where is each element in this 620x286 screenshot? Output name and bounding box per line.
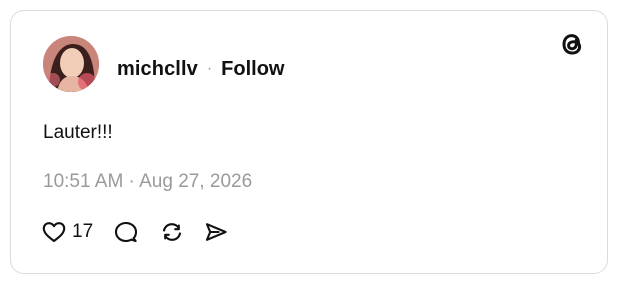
like-button[interactable]: 17 — [41, 219, 93, 245]
heart-icon — [41, 219, 67, 245]
username[interactable]: michcllv — [117, 58, 198, 81]
header-separator: · — [206, 60, 213, 77]
threads-logo-icon[interactable] — [557, 29, 587, 59]
post-card: michcllv · Follow Lauter!!! 10:51 AM · A… — [10, 10, 608, 274]
action-bar: 17 — [41, 217, 229, 247]
post-text: Lauter!!! — [43, 122, 113, 143]
post-header: michcllv · Follow — [117, 57, 285, 81]
send-icon — [203, 219, 229, 245]
comment-icon — [113, 219, 139, 245]
repost-button[interactable] — [159, 219, 185, 245]
reply-button[interactable] — [113, 219, 139, 245]
like-count: 17 — [72, 221, 94, 242]
avatar[interactable] — [43, 36, 99, 92]
post-timestamp[interactable]: 10:51 AM · Aug 27, 2026 — [43, 171, 252, 193]
repost-icon — [159, 219, 185, 245]
follow-button[interactable]: Follow — [221, 58, 284, 81]
share-button[interactable] — [203, 219, 229, 245]
